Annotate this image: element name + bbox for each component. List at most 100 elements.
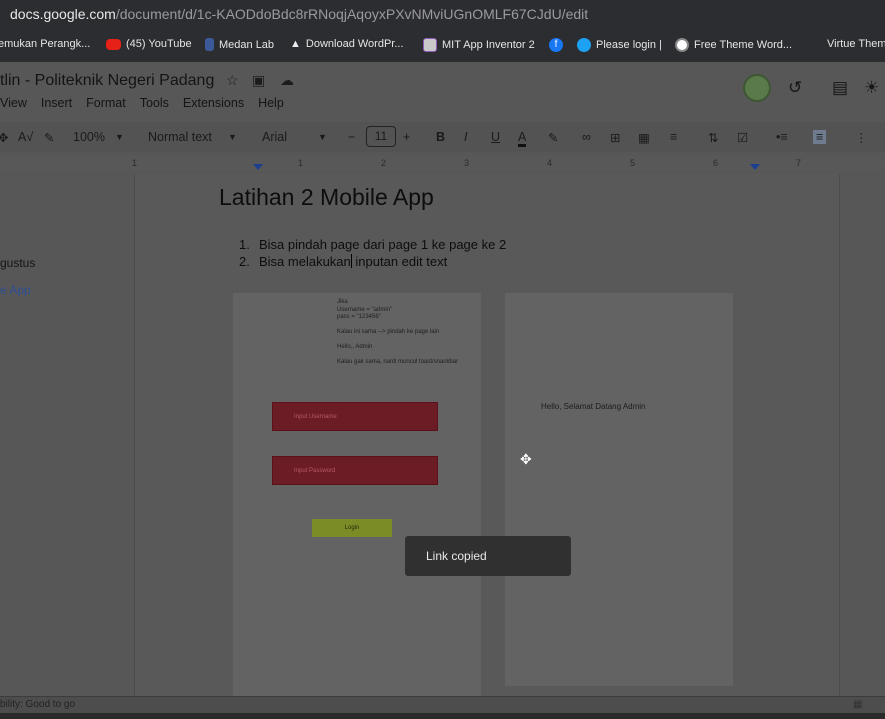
- username-placeholder: Input Username: [294, 414, 337, 420]
- star-icon[interactable]: ☆: [226, 72, 239, 89]
- bookmark-medan-lab[interactable]: Medan Lab: [205, 38, 274, 51]
- ruler-number: 4: [547, 158, 553, 168]
- ruler-number: 7: [796, 158, 802, 168]
- outline-item-active[interactable]: e App: [0, 283, 31, 297]
- list-number: 1.: [239, 237, 250, 252]
- link-icon[interactable]: ∞: [582, 130, 591, 144]
- bulleted-list-icon[interactable]: •≡: [776, 130, 788, 144]
- formatting-toolbar: ✥ A√ ✎ 100% ▼ Normal text ▼ Arial ▼ − 11…: [0, 122, 885, 152]
- chevron-down-icon[interactable]: ▼: [115, 132, 124, 142]
- list-item: 1. Bisa pindah page dari page 1 ke page k…: [239, 236, 506, 253]
- ruler-number: 5: [630, 158, 636, 168]
- ruler-number: 6: [713, 158, 719, 168]
- left-indent-marker[interactable]: [253, 164, 263, 170]
- list-number: 2.: [239, 254, 250, 269]
- url-host: docs.google.com: [10, 6, 116, 22]
- login-screen-mockup-image[interactable]: Jika Username = "admin" pass = "123456" …: [233, 293, 481, 696]
- italic-button[interactable]: I: [464, 130, 467, 144]
- menu-extensions[interactable]: Extensions: [183, 96, 244, 116]
- move-folder-icon[interactable]: ▣: [252, 72, 265, 89]
- cloud-status-icon: ☁: [280, 72, 294, 88]
- bookmark-label: emukan Perangk...: [0, 38, 91, 50]
- more-options-icon[interactable]: ⋮: [855, 130, 868, 145]
- menu-insert[interactable]: Insert: [41, 96, 72, 116]
- welcome-text: Hello, Selamat Datang Admin: [541, 402, 646, 411]
- font-select[interactable]: Arial: [262, 130, 287, 144]
- ruler-number: 1: [298, 158, 304, 168]
- list-item-text: inputan edit text: [351, 254, 448, 269]
- bookmark-facebook[interactable]: f: [549, 38, 568, 52]
- add-comment-icon[interactable]: ⊞: [610, 130, 620, 145]
- bold-button[interactable]: B: [436, 130, 445, 144]
- bookmark-item[interactable]: emukan Perangk...: [0, 38, 90, 50]
- paint-roller-icon[interactable]: ✎: [44, 130, 54, 145]
- style-select[interactable]: Normal text: [148, 130, 212, 144]
- ruler[interactable]: 1 1 2 3 4 5 6 7: [0, 156, 885, 172]
- zoom-select[interactable]: 100%: [73, 130, 105, 144]
- bookmark-label: Virtue Them: [827, 38, 885, 50]
- menu-format[interactable]: Format: [86, 96, 126, 116]
- paint-format-icon[interactable]: ✥: [0, 130, 8, 145]
- document-page[interactable]: Latihan 2 Mobile App 1. Bisa pindah page …: [134, 174, 840, 696]
- menu-view[interactable]: View: [0, 96, 27, 116]
- docs-app: tlin - Politeknik Negeri Padang ☆ ▣ ☁ Vi…: [0, 62, 885, 719]
- window-bottom-edge: [0, 713, 885, 719]
- theme-site-icon: [675, 38, 689, 52]
- bookmark-label: Download WordPr...: [305, 38, 404, 50]
- password-placeholder: Input Password: [294, 468, 336, 474]
- facebook-icon: f: [549, 38, 563, 52]
- address-bar[interactable]: docs.google.com/document/d/1c-KAODdoBdc8…: [0, 0, 885, 28]
- meet-icon[interactable]: ☀: [864, 78, 879, 98]
- mountain-icon: ▲: [290, 38, 301, 50]
- ruler-number: 3: [464, 158, 470, 168]
- line-spacing-icon[interactable]: ⇅: [708, 130, 718, 145]
- increase-font-button[interactable]: +: [403, 130, 410, 144]
- welcome-screen-mockup-image[interactable]: Hello, Selamat Datang Admin: [505, 293, 733, 686]
- chevron-down-icon[interactable]: ▼: [228, 132, 237, 142]
- toast-notification: Link copied: [405, 536, 571, 576]
- password-field-mockup: Input Password: [272, 456, 438, 485]
- document-heading: Latihan 2 Mobile App: [219, 184, 434, 210]
- list-item: 2. Bisa melakukan inputan edit text: [239, 253, 506, 270]
- comments-icon[interactable]: ▤: [832, 78, 848, 98]
- insert-image-icon[interactable]: ▦: [638, 130, 650, 145]
- username-field-mockup: Input Username: [272, 402, 438, 431]
- checklist-icon[interactable]: ☑: [737, 130, 748, 145]
- highlight-icon[interactable]: ✎: [548, 130, 558, 145]
- font-size-input[interactable]: 11: [366, 126, 396, 147]
- bookmark-virtue-theme[interactable]: Virtue Them: [827, 38, 885, 50]
- grid-view-icon[interactable]: ▦: [853, 697, 862, 713]
- list-item-text: Bisa melakukan: [259, 254, 351, 269]
- account-avatar[interactable]: [743, 74, 771, 102]
- bookmark-wordpress[interactable]: ▲ Download WordPr...: [290, 38, 404, 50]
- underline-button[interactable]: U: [491, 130, 500, 144]
- bookmark-label: Medan Lab: [219, 38, 275, 51]
- chevron-down-icon[interactable]: ▼: [318, 132, 327, 142]
- version-history-icon[interactable]: ↺: [788, 78, 802, 98]
- move-cursor-icon: ✥: [520, 451, 532, 467]
- decrease-font-button[interactable]: −: [348, 130, 355, 144]
- bookmarks-bar: emukan Perangk... (45) YouTube Medan Lab…: [0, 28, 885, 62]
- status-bar: bility: Good to go ▦: [0, 696, 885, 713]
- outline-item[interactable]: gustus: [0, 256, 35, 270]
- login-site-icon: [577, 38, 591, 52]
- right-indent-marker[interactable]: [750, 164, 760, 170]
- numbered-list-icon[interactable]: ≡: [813, 130, 827, 144]
- bookmark-label: Please login |: [596, 39, 662, 51]
- text-color-button[interactable]: A: [518, 130, 527, 147]
- bookmark-label: Free Theme Word...: [694, 39, 793, 51]
- document-title[interactable]: tlin - Politeknik Negeri Padang: [0, 72, 214, 90]
- align-left-icon[interactable]: ≡: [670, 130, 677, 144]
- menu-tools[interactable]: Tools: [140, 96, 169, 116]
- menu-help[interactable]: Help: [258, 96, 284, 116]
- bookmark-mit-app-inventor[interactable]: MIT App Inventor 2: [423, 38, 535, 52]
- accessibility-status: bility: Good to go: [0, 699, 76, 710]
- mockup-notes: Jika Username = "admin" pass = "123456" …: [337, 299, 459, 365]
- bookmark-please-login[interactable]: Please login |: [577, 38, 662, 52]
- bookmark-free-theme[interactable]: Free Theme Word...: [675, 38, 792, 52]
- ruler-number: 2: [381, 158, 387, 168]
- list-item-text: Bisa pindah page dari page 1 ke page ke …: [259, 237, 507, 252]
- spellcheck-icon[interactable]: A√: [18, 130, 33, 144]
- mit-icon: [423, 38, 437, 52]
- bookmark-youtube[interactable]: (45) YouTube: [106, 38, 192, 50]
